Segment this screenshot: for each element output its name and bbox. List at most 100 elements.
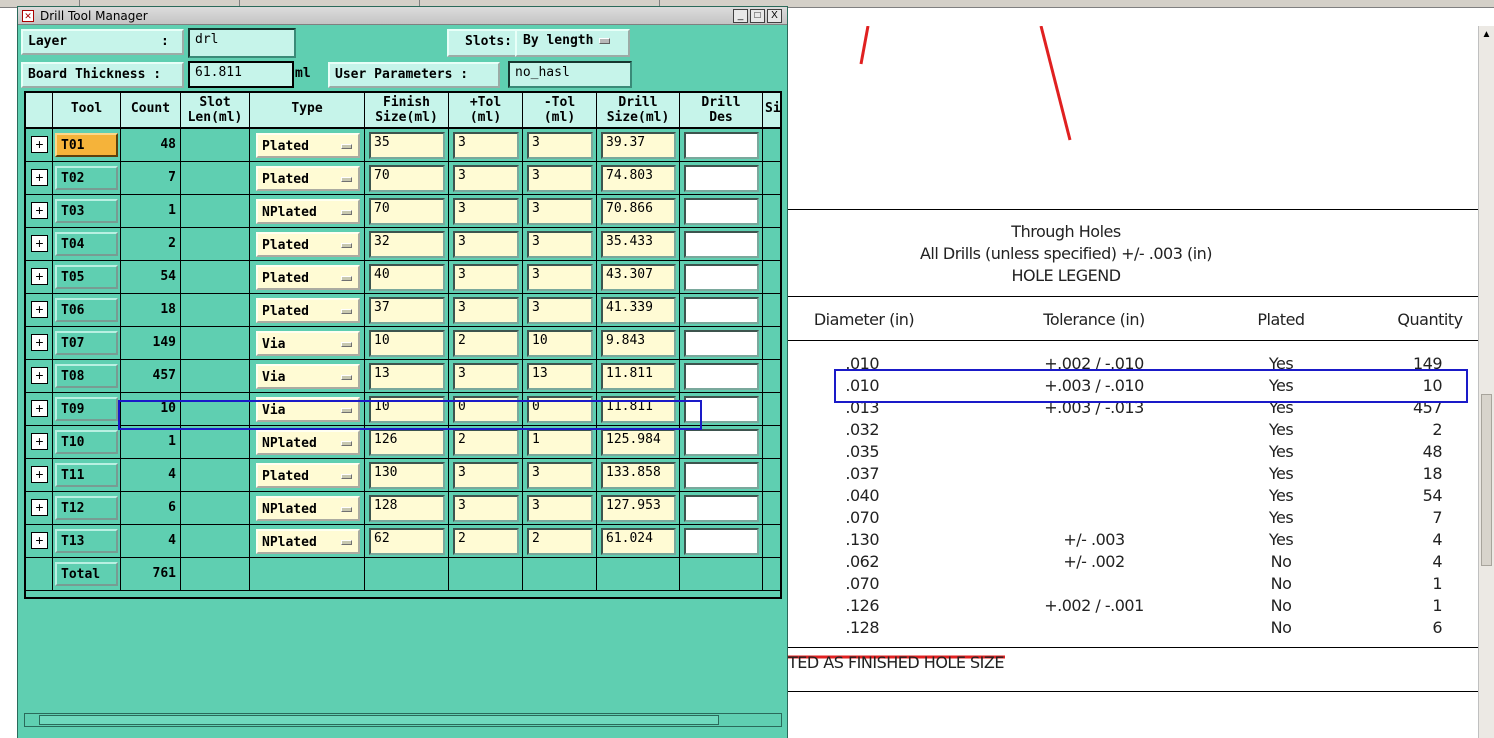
ntol-input[interactable]: 3 — [527, 462, 593, 489]
expand-icon[interactable]: + — [31, 334, 48, 351]
tool-button[interactable]: T04 — [55, 232, 118, 256]
minimize-button[interactable]: _ — [733, 9, 748, 23]
finish-input[interactable]: 70 — [369, 198, 445, 225]
drill-des-input[interactable] — [684, 231, 759, 258]
drill-des-input[interactable] — [684, 462, 759, 489]
ntol-input[interactable]: 3 — [527, 495, 593, 522]
ntol-input[interactable]: 3 — [527, 198, 593, 225]
ptol-input[interactable]: 3 — [453, 462, 519, 489]
ntol-input[interactable]: 10 — [527, 330, 593, 357]
scroll-thumb-horizontal[interactable] — [39, 715, 719, 725]
ntol-input[interactable]: 1 — [527, 429, 593, 456]
finish-input[interactable]: 35 — [369, 132, 445, 159]
type-dropdown[interactable]: Plated — [256, 298, 360, 323]
ptol-input[interactable]: 2 — [453, 330, 519, 357]
expand-icon[interactable]: + — [31, 301, 48, 318]
finish-input[interactable]: 40 — [369, 264, 445, 291]
ptol-input[interactable]: 3 — [453, 165, 519, 192]
ptol-input[interactable]: 2 — [453, 429, 519, 456]
finish-input[interactable]: 62 — [369, 528, 445, 555]
drill-input[interactable]: 125.984 — [601, 429, 676, 456]
layer-input[interactable]: drl — [188, 28, 296, 58]
finish-input[interactable]: 126 — [369, 429, 445, 456]
finish-input[interactable]: 10 — [369, 330, 445, 357]
type-dropdown[interactable]: Plated — [256, 133, 360, 158]
drill-input[interactable]: 43.307 — [601, 264, 676, 291]
expand-icon[interactable]: + — [31, 268, 48, 285]
ntol-input[interactable]: 3 — [527, 231, 593, 258]
type-dropdown[interactable]: Via — [256, 364, 360, 389]
expand-icon[interactable]: + — [31, 499, 48, 516]
type-dropdown[interactable]: NPlated — [256, 199, 360, 224]
ntol-input[interactable]: 3 — [527, 132, 593, 159]
finish-input[interactable]: 70 — [369, 165, 445, 192]
vertical-scrollbar[interactable]: ▲ — [1478, 26, 1494, 738]
expand-icon[interactable]: + — [31, 433, 48, 450]
ptol-input[interactable]: 3 — [453, 297, 519, 324]
tool-button[interactable]: T01 — [55, 133, 118, 157]
ptol-input[interactable]: 2 — [453, 528, 519, 555]
ptol-input[interactable]: 3 — [453, 231, 519, 258]
type-dropdown[interactable]: Plated — [256, 166, 360, 191]
expand-icon[interactable]: + — [31, 400, 48, 417]
drill-input[interactable]: 70.866 — [601, 198, 676, 225]
close-button[interactable]: X — [767, 9, 782, 23]
scroll-up-icon[interactable]: ▲ — [1479, 26, 1494, 44]
tool-button[interactable]: T02 — [55, 166, 118, 190]
tool-button[interactable]: T05 — [55, 265, 118, 289]
finish-input[interactable]: 130 — [369, 462, 445, 489]
drill-input[interactable]: 74.803 — [601, 165, 676, 192]
type-dropdown[interactable]: NPlated — [256, 529, 360, 554]
tool-button[interactable]: T12 — [55, 496, 118, 520]
type-dropdown[interactable]: Plated — [256, 463, 360, 488]
title-bar[interactable]: ✕ Drill Tool Manager _ □ X — [18, 7, 787, 25]
drill-input[interactable]: 9.843 — [601, 330, 676, 357]
tool-button[interactable]: T13 — [55, 529, 118, 553]
scroll-thumb[interactable] — [1481, 394, 1492, 566]
drawing-canvas[interactable]: Through Holes All Drills (unless specifie… — [788, 26, 1478, 738]
ptol-input[interactable]: 3 — [453, 495, 519, 522]
drill-input[interactable]: 39.37 — [601, 132, 676, 159]
slots-dropdown[interactable]: By length — [515, 29, 630, 57]
drill-input[interactable]: 41.339 — [601, 297, 676, 324]
ptol-input[interactable]: 3 — [453, 363, 519, 390]
drill-input[interactable]: 11.811 — [601, 363, 676, 390]
tool-button[interactable]: T11 — [55, 463, 118, 487]
expand-icon[interactable]: + — [31, 136, 48, 153]
drill-des-input[interactable] — [684, 198, 759, 225]
drill-input[interactable]: 133.858 — [601, 462, 676, 489]
expand-icon[interactable]: + — [31, 235, 48, 252]
type-dropdown[interactable]: Plated — [256, 232, 360, 257]
drill-des-input[interactable] — [684, 495, 759, 522]
drill-des-input[interactable] — [684, 363, 759, 390]
tool-button[interactable]: T03 — [55, 199, 118, 223]
type-dropdown[interactable]: Via — [256, 331, 360, 356]
finish-input[interactable]: 128 — [369, 495, 445, 522]
drill-input[interactable]: 61.024 — [601, 528, 676, 555]
expand-icon[interactable]: + — [31, 532, 48, 549]
ptol-input[interactable]: 3 — [453, 198, 519, 225]
drill-des-input[interactable] — [684, 528, 759, 555]
ntol-input[interactable]: 3 — [527, 264, 593, 291]
expand-icon[interactable]: + — [31, 466, 48, 483]
tool-button[interactable]: T08 — [55, 364, 118, 388]
expand-icon[interactable]: + — [31, 169, 48, 186]
type-dropdown[interactable]: Plated — [256, 265, 360, 290]
horizontal-scrollbar[interactable] — [24, 713, 782, 727]
drill-des-input[interactable] — [684, 165, 759, 192]
type-dropdown[interactable]: NPlated — [256, 496, 360, 521]
type-dropdown[interactable]: NPlated — [256, 430, 360, 455]
tool-button[interactable]: T10 — [55, 430, 118, 454]
drill-input[interactable]: 35.433 — [601, 231, 676, 258]
finish-input[interactable]: 32 — [369, 231, 445, 258]
drill-input[interactable]: 127.953 — [601, 495, 676, 522]
ptol-input[interactable]: 3 — [453, 132, 519, 159]
drill-des-input[interactable] — [684, 330, 759, 357]
drill-des-input[interactable] — [684, 264, 759, 291]
maximize-button[interactable]: □ — [750, 9, 765, 23]
tool-button[interactable]: T09 — [55, 397, 118, 421]
ntol-input[interactable]: 3 — [527, 165, 593, 192]
tool-button[interactable]: T07 — [55, 331, 118, 355]
ntol-input[interactable]: 2 — [527, 528, 593, 555]
expand-icon[interactable]: + — [31, 367, 48, 384]
